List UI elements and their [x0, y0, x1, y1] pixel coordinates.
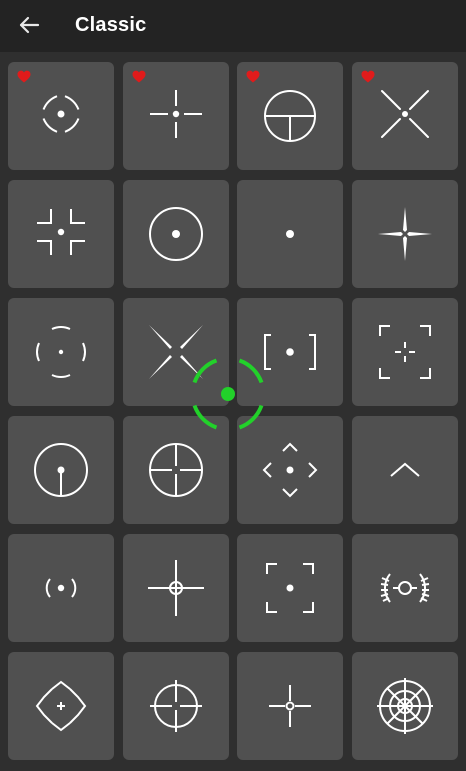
crosshair-parentheses-dot-icon	[45, 578, 77, 598]
crosshair-chevron-up-icon	[390, 462, 420, 477]
crosshair-tile[interactable]	[123, 416, 229, 524]
crosshair-thin-spikes-icon	[378, 207, 432, 261]
crosshair-tile[interactable]	[8, 180, 114, 288]
favorite-heart-icon	[17, 70, 31, 83]
crosshair-tile[interactable]	[352, 62, 458, 170]
crosshair-tile[interactable]	[123, 298, 229, 406]
crosshair-ribbed-arcs-ring-icon	[380, 573, 430, 603]
crosshair-circle-long-cross-icon	[150, 680, 202, 732]
crosshair-tile[interactable]	[123, 62, 229, 170]
crosshair-tile[interactable]	[123, 534, 229, 642]
arrow-left-icon	[19, 16, 40, 34]
crosshair-tile[interactable]	[352, 416, 458, 524]
crosshair-cross-small-circle-icon	[148, 560, 204, 616]
page-title: Classic	[75, 14, 147, 36]
back-button[interactable]	[14, 10, 44, 40]
crosshair-square-brackets-dot-icon	[264, 334, 316, 370]
crosshair-circle-dot-icon	[149, 207, 203, 261]
crosshair-corner-frame-dot-icon	[266, 563, 314, 613]
crosshair-tile[interactable]	[237, 62, 343, 170]
crosshair-tile[interactable]	[352, 652, 458, 760]
crosshair-tile[interactable]	[8, 534, 114, 642]
crosshair-x-spikes-icon	[149, 325, 203, 379]
crosshair-tile[interactable]	[237, 416, 343, 524]
crosshair-four-corners-dot-icon	[37, 209, 85, 255]
crosshair-diamond-chevrons-dot-icon	[262, 442, 318, 498]
crosshair-dot-icon	[286, 230, 294, 238]
crosshair-tile[interactable]	[352, 534, 458, 642]
crosshair-circle-stem-dot-icon	[34, 443, 88, 497]
crosshair-tile[interactable]	[352, 180, 458, 288]
crosshair-broken-diamond-cross-icon	[35, 680, 87, 732]
favorite-heart-icon	[361, 70, 375, 83]
crosshair-bold-cross-ring-icon	[269, 685, 311, 727]
crosshair-grid	[0, 52, 466, 771]
crosshair-sniper-scope-icon	[377, 678, 433, 734]
crosshair-tile[interactable]	[8, 652, 114, 760]
crosshair-tile[interactable]	[237, 298, 343, 406]
app-header: Classic	[0, 0, 466, 52]
favorite-heart-icon	[132, 70, 146, 83]
crosshair-tile[interactable]	[237, 534, 343, 642]
crosshair-tile[interactable]	[8, 416, 114, 524]
crosshair-tile[interactable]	[8, 298, 114, 406]
crosshair-tile[interactable]	[8, 62, 114, 170]
crosshair-circle-cross-icon	[149, 443, 203, 497]
crosshair-tile[interactable]	[352, 298, 458, 406]
crosshair-tile[interactable]	[237, 652, 343, 760]
crosshair-arc-segments-dot-icon	[36, 326, 86, 378]
crosshair-tile[interactable]	[237, 180, 343, 288]
crosshair-tile[interactable]	[123, 652, 229, 760]
crosshair-tile[interactable]	[123, 180, 229, 288]
favorite-heart-icon	[246, 70, 260, 83]
crosshair-corner-frame-cross-icon	[379, 325, 431, 379]
